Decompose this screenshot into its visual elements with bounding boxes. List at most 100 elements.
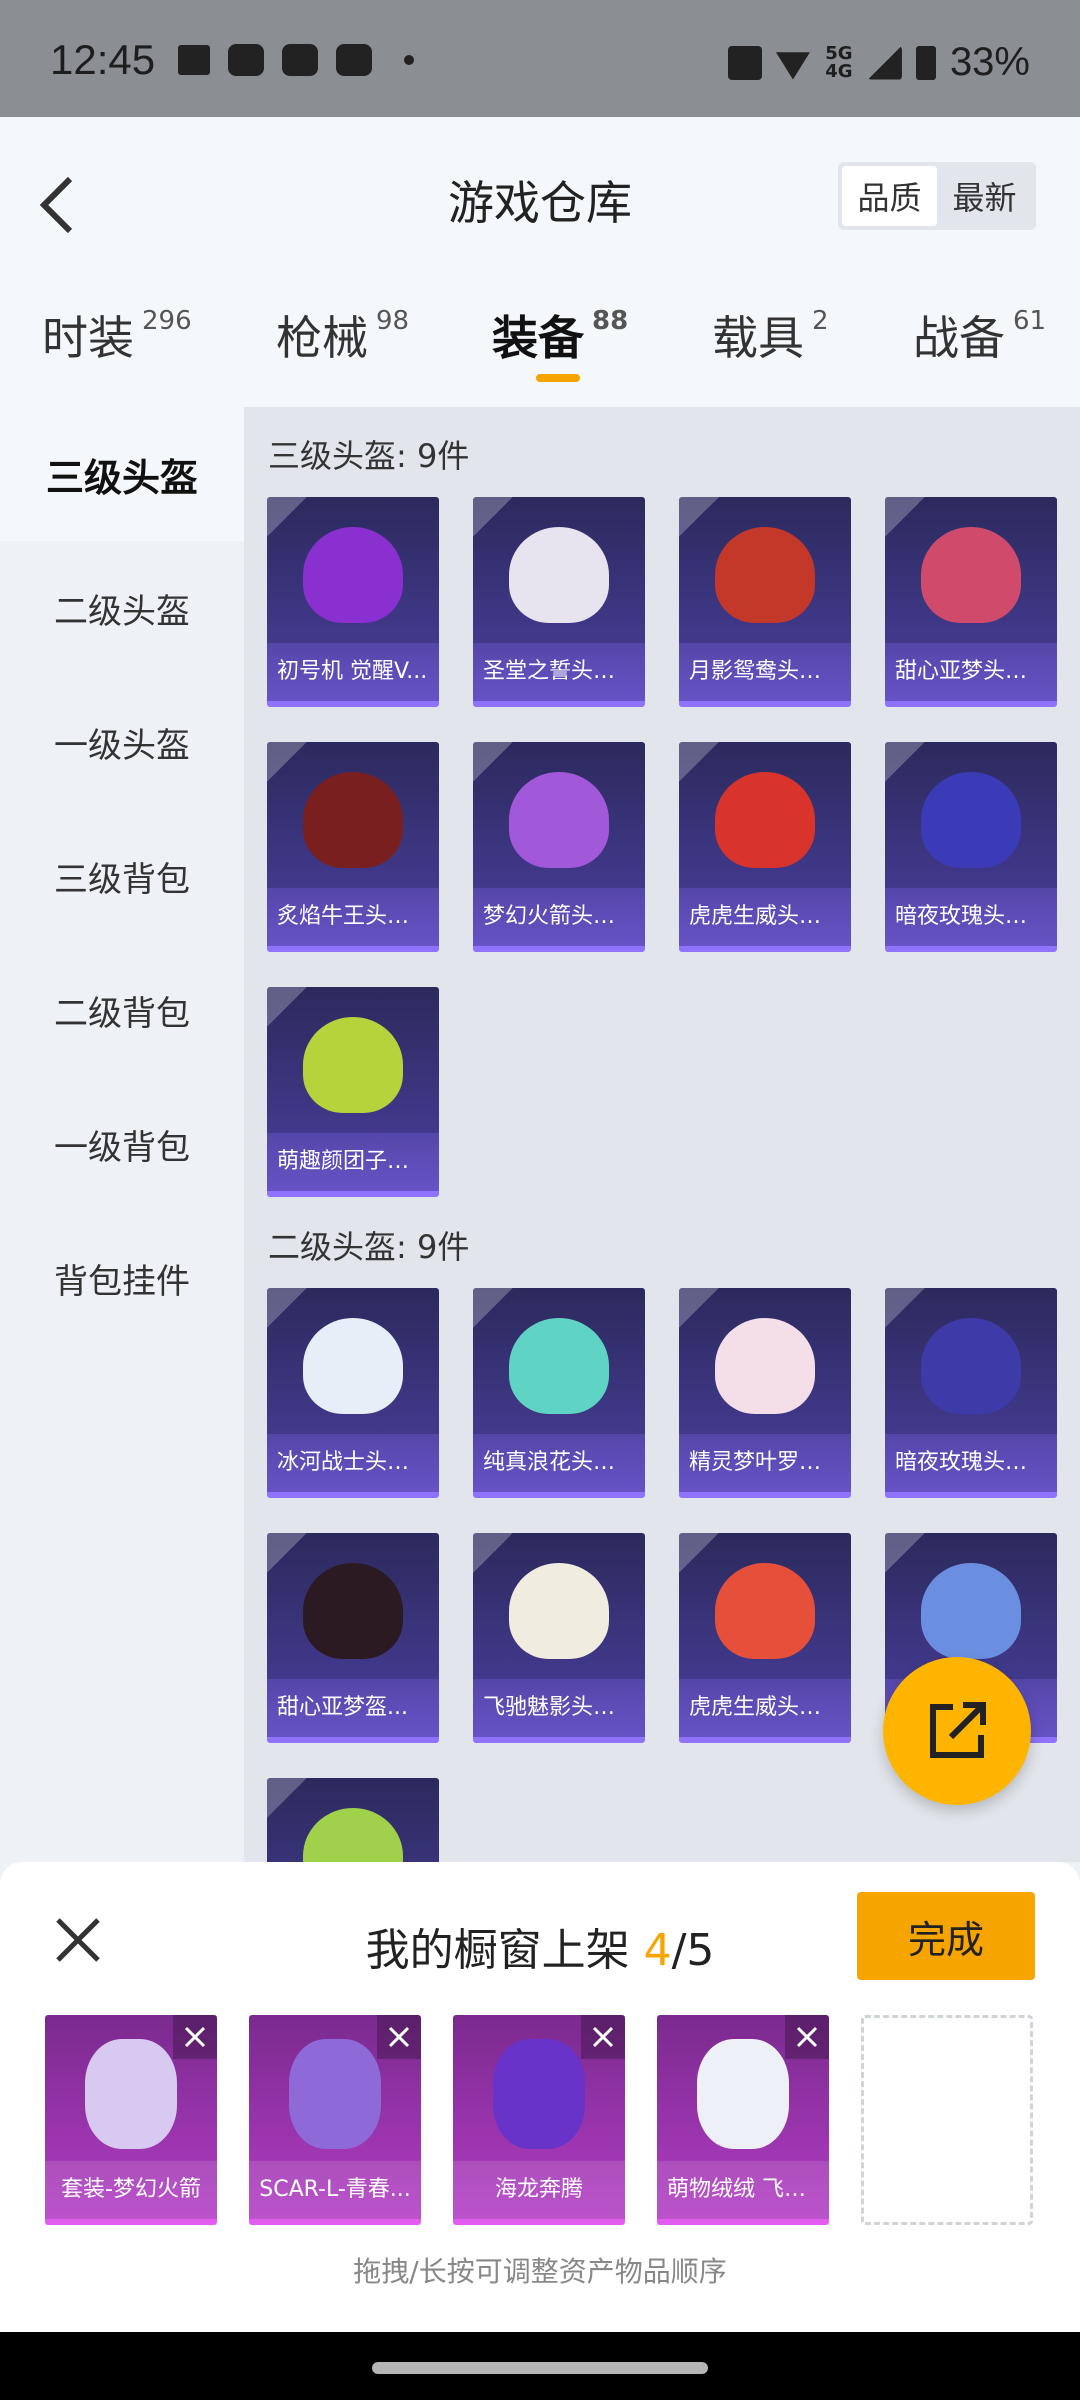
check-icon — [267, 497, 307, 537]
item-name: 炙焰牛王头盔... — [267, 888, 439, 946]
remove-button[interactable] — [581, 2015, 625, 2059]
home-gesture-handle[interactable] — [372, 2362, 708, 2374]
system-icons: 5G 4G 33% — [727, 40, 1030, 85]
item-image — [509, 1318, 609, 1414]
tab-combat-gear[interactable]: 战备 61 — [913, 302, 1046, 368]
item-card[interactable]: 梦幻火箭头盔... — [473, 742, 645, 952]
wifi-icon — [775, 52, 810, 80]
sidebar-item-level3-helmet[interactable]: 三级头盔 — [0, 407, 244, 541]
tab-equipment[interactable]: 装备 88 — [492, 302, 628, 368]
tab-count: 61 — [1013, 306, 1047, 336]
check-icon — [267, 742, 307, 782]
item-card[interactable]: 圣堂之誓头盔... — [473, 497, 645, 707]
sidebar-item-backpack-charm[interactable]: 背包挂件 — [0, 1211, 244, 1345]
item-name: 圣堂之誓头盔... — [473, 643, 645, 701]
item-card[interactable]: 冰河战士头盔... — [267, 1288, 439, 1498]
item-card[interactable]: 虎虎生威头盔... — [679, 1533, 851, 1743]
sidebar-item-level2-backpack[interactable]: 二级背包 — [0, 943, 244, 1077]
showcase-slot[interactable]: SCAR-L-青春... — [249, 2015, 421, 2225]
item-card[interactable]: 甜心亚梦头盔... — [885, 497, 1057, 707]
sidebar-item-level1-helmet[interactable]: 一级头盔 — [0, 675, 244, 809]
status-bar: 12:45 5G 4G 33% — [0, 0, 1080, 117]
check-icon — [885, 742, 925, 782]
item-image — [493, 2039, 585, 2149]
tab-label: 战备 — [913, 311, 1005, 365]
more-notifications-dot-icon — [404, 55, 414, 65]
close-icon — [796, 2026, 818, 2048]
wechat-icon — [336, 44, 372, 76]
check-icon — [473, 1533, 513, 1573]
tab-guns[interactable]: 枪械 98 — [276, 302, 409, 368]
item-card[interactable]: 纯真浪花头盔... — [473, 1288, 645, 1498]
showcase-title-text: 我的橱窗上架 — [365, 1925, 630, 1976]
showcase-slot[interactable]: 萌物绒绒 飞行... — [657, 2015, 829, 2225]
sidebar-item-level3-backpack[interactable]: 三级背包 — [0, 809, 244, 943]
item-card[interactable]: 炙焰牛王头盔... — [267, 742, 439, 952]
item-name: 精灵梦叶罗丽... — [679, 1434, 851, 1492]
item-grid: 三级头盔: 9件 初号机 觉醒V... 圣堂之誓头盔... 月影鸳鸯头盔... … — [244, 407, 1080, 1862]
tab-count: 296 — [142, 306, 192, 336]
remove-button[interactable] — [173, 2015, 217, 2059]
item-card[interactable]: 初号机 觉醒V... — [267, 497, 439, 707]
check-icon — [885, 1288, 925, 1328]
item-name: 虎虎生威头盔... — [679, 888, 851, 946]
wechat-icon — [282, 44, 318, 76]
tab-count: 88 — [592, 306, 629, 336]
empty-showcase-slot[interactable] — [861, 2015, 1033, 2225]
check-icon — [267, 987, 307, 1027]
item-name: 甜心亚梦盔... — [267, 1679, 439, 1737]
category-tabs: 时装 296 枪械 98 装备 88 载具 2 战备 61 — [0, 302, 1080, 402]
item-image — [509, 772, 609, 868]
sort-option-newest[interactable]: 最新 — [937, 166, 1032, 226]
check-icon — [267, 1778, 307, 1818]
check-icon — [885, 497, 925, 537]
battery-icon — [915, 45, 936, 80]
close-icon — [388, 2026, 410, 2048]
item-image — [303, 772, 403, 868]
check-icon — [679, 1288, 719, 1328]
sidebar-item-level2-helmet[interactable]: 二级头盔 — [0, 541, 244, 675]
tab-vehicles[interactable]: 载具 2 — [712, 302, 829, 368]
item-card[interactable]: 甜心亚梦盔... — [267, 1533, 439, 1743]
sidebar-item-level1-backpack[interactable]: 一级背包 — [0, 1077, 244, 1211]
item-image — [921, 1318, 1021, 1414]
showcase-max: /5 — [671, 1925, 715, 1976]
item-card[interactable]: 月影鸳鸯头盔... — [679, 497, 851, 707]
item-card[interactable] — [267, 1778, 439, 1862]
item-card[interactable]: 虎虎生威头盔... — [679, 742, 851, 952]
item-card[interactable]: 暗夜玫瑰头盔... — [885, 1288, 1057, 1498]
item-image — [509, 527, 609, 623]
showcase-slot[interactable]: 套装-梦幻火箭 — [45, 2015, 217, 2225]
check-icon — [679, 1533, 719, 1573]
item-image — [289, 2039, 381, 2149]
sidebar: 三级头盔 二级头盔 一级头盔 三级背包 二级背包 一级背包 背包挂件 — [0, 407, 244, 1862]
item-card[interactable]: 飞驰魅影头盔... — [473, 1533, 645, 1743]
item-name: 冰河战士头盔... — [267, 1434, 439, 1492]
item-image — [715, 1318, 815, 1414]
sort-option-quality[interactable]: 品质 — [842, 166, 937, 226]
showcase-slot[interactable]: 海龙奔腾 — [453, 2015, 625, 2225]
check-icon — [679, 497, 719, 537]
item-image — [921, 1563, 1021, 1659]
remove-button[interactable] — [785, 2015, 829, 2059]
item-name: 梦幻火箭头盔... — [473, 888, 645, 946]
item-image — [303, 527, 403, 623]
item-image — [715, 772, 815, 868]
item-name: 套装-梦幻火箭 — [45, 2161, 217, 2219]
share-button[interactable] — [883, 1657, 1031, 1805]
item-card[interactable]: 精灵梦叶罗丽... — [679, 1288, 851, 1498]
done-button[interactable]: 完成 — [857, 1892, 1035, 1980]
system-nav-bar — [0, 2332, 1080, 2400]
item-image — [303, 1808, 403, 1862]
share-external-icon — [930, 1702, 986, 1758]
item-name: 飞驰魅影头盔... — [473, 1679, 645, 1737]
qr-icon — [727, 45, 762, 80]
item-card[interactable]: 萌趣颜团子头... — [267, 987, 439, 1197]
item-name: 萌趣颜团子头... — [267, 1133, 439, 1191]
item-card[interactable]: 暗夜玫瑰头盔... — [885, 742, 1057, 952]
remove-button[interactable] — [377, 2015, 421, 2059]
reorder-hint: 拖拽/长按可调整资产物品顺序 — [353, 2255, 727, 2288]
item-name: 月影鸳鸯头盔... — [679, 643, 851, 701]
tab-fashion[interactable]: 时装 296 — [42, 302, 192, 368]
section-title: 二级头盔: 9件 — [268, 1228, 470, 1266]
